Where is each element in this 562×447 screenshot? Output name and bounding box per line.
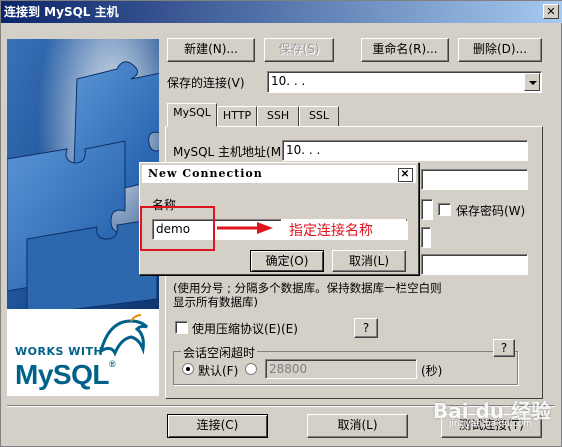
highlight-box [140, 206, 215, 251]
connect-button[interactable]: 连接(C) [167, 414, 268, 438]
tab-ssl[interactable]: SSL [299, 106, 339, 127]
saved-connection-select[interactable]: 10. . . [267, 71, 542, 93]
mysql-logo-text: MySQL® [15, 359, 116, 391]
saved-connection-label: 保存的连接(V) [167, 76, 245, 90]
timeout-default-radio[interactable] [182, 363, 194, 375]
host-input[interactable]: 10. . . [282, 140, 528, 161]
cancel-button[interactable]: 取消(L) [307, 414, 408, 438]
compress-checkbox[interactable] [175, 321, 188, 334]
tab-mysql[interactable]: MySQL [167, 103, 217, 127]
new-connection-button[interactable]: 新建(N)... [167, 38, 255, 62]
timeout-group-label: 会话空闲超时 [181, 344, 258, 361]
timeout-custom-radio[interactable] [245, 363, 257, 375]
annotation-text: 指定连接名称 [289, 223, 373, 239]
mysql-logo-panel: WORKS WITH MySQL® [7, 309, 159, 396]
connect-window: 连接到 MySQL 主机 ✕ WORKS WITH MySQL® 新建(N)..… [0, 0, 562, 447]
arrow-right-icon [217, 222, 273, 234]
dialog-title-text: New Connection [148, 167, 263, 180]
compress-help-button[interactable]: ? [354, 318, 378, 338]
dialog-close-button[interactable]: ✕ [398, 168, 413, 182]
dialog-cancel-button[interactable]: 取消(L) [332, 250, 406, 272]
password-input[interactable] [421, 199, 433, 220]
compress-label: 使用压缩协议(E)(E) [192, 322, 298, 336]
host-label: MySQL 主机地址(M) [173, 145, 286, 159]
save-password-checkbox[interactable] [438, 203, 451, 216]
save-password-label: 保存密码(W) [456, 204, 526, 218]
databases-input[interactable] [421, 254, 528, 275]
timeout-help-button[interactable]: ? [493, 339, 515, 357]
window-close-button[interactable]: ✕ [543, 4, 559, 19]
username-input[interactable] [421, 169, 528, 190]
tab-http[interactable]: HTTP [217, 106, 257, 127]
window-title: 连接到 MySQL 主机 ✕ [1, 1, 562, 23]
databases-hint: (使用分号 ; 分隔多个数据库。保持数据库一栏空白则 显示所有数据库) [173, 281, 442, 309]
port-input[interactable] [421, 227, 431, 248]
watermark-url: jingyan.baidu.com [449, 419, 533, 429]
timeout-unit-label: (秒) [421, 364, 443, 378]
timeout-default-label: 默认(F) [198, 364, 239, 378]
save-connection-button[interactable]: 保存(S) [264, 38, 334, 62]
saved-connection-value: 10. . . [271, 74, 306, 88]
window-title-text: 连接到 MySQL 主机 [4, 5, 119, 19]
timeout-input[interactable]: 28800 [265, 359, 417, 379]
puzzle-image: WORKS WITH MySQL® [7, 39, 159, 396]
dialog-title: New Connection ✕ [142, 165, 416, 183]
mysql-logo-word: MySQL [15, 359, 109, 390]
dialog-ok-button[interactable]: 确定(O) [250, 250, 324, 272]
dolphin-icon [98, 314, 149, 357]
tab-ssh[interactable]: SSH [257, 106, 299, 127]
works-with-text: WORKS WITH [15, 345, 104, 358]
delete-connection-button[interactable]: 删除(D)... [458, 38, 542, 62]
chevron-down-icon[interactable] [524, 73, 540, 91]
rename-connection-button[interactable]: 重命名(R)... [361, 38, 449, 62]
